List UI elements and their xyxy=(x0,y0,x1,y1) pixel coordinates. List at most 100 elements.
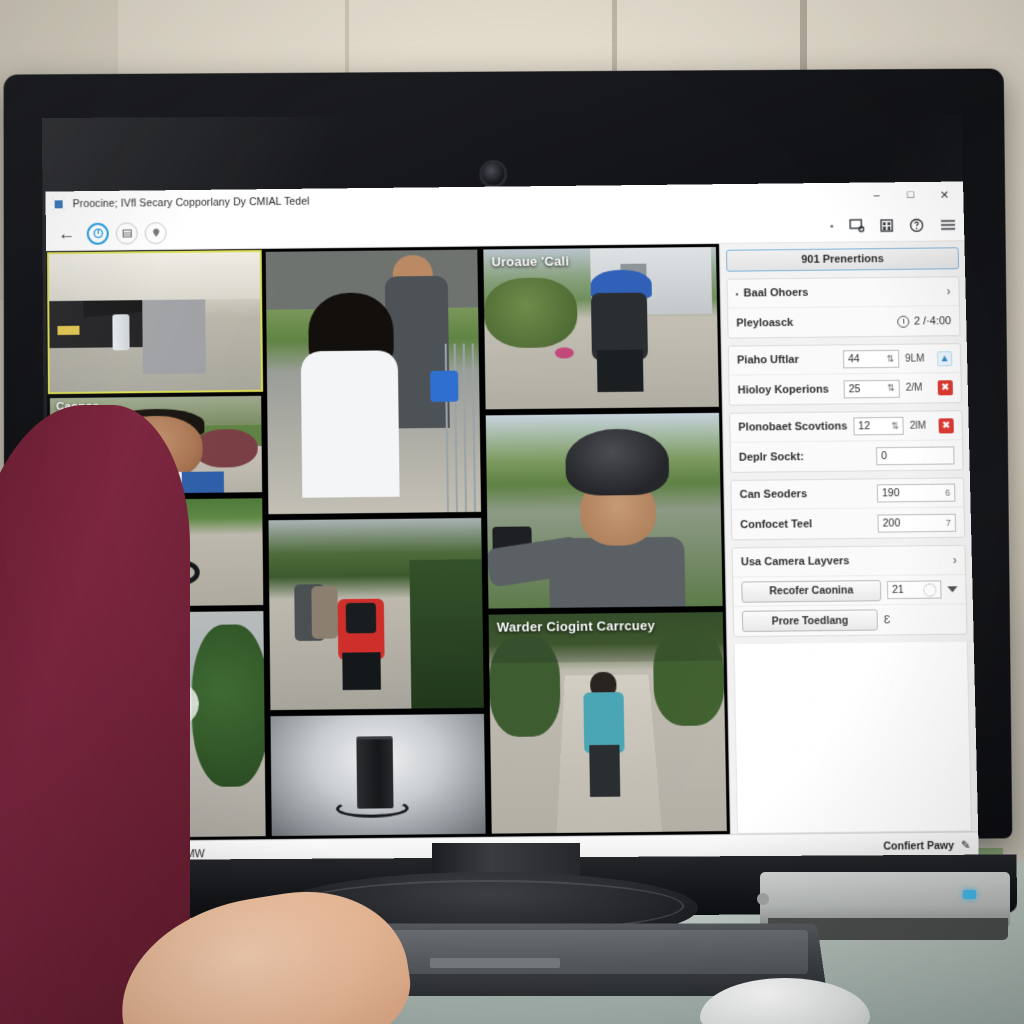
tile-front-yard[interactable]: Uroaue 'Cali xyxy=(481,244,721,412)
prore-toedlang-button[interactable]: Prore Toedlang xyxy=(741,609,878,633)
playback-value: 2 /·4:00 xyxy=(913,314,952,328)
counter-label: Can Seoders xyxy=(739,488,808,501)
archive-button[interactable] xyxy=(115,221,138,245)
hiolay-koperions-row[interactable]: Hioloy Koperions 25 ⇅ 2/M ✖ xyxy=(729,373,961,405)
help-icon[interactable] xyxy=(909,217,924,232)
tile-walkway-walkers[interactable] xyxy=(266,515,486,713)
minimize-button[interactable]: – xyxy=(859,183,893,207)
status-badge-red[interactable]: ✖ xyxy=(937,380,953,396)
metrics-card-b: Plonobaet Scovtions 12 ⇅ 2lM ✖ Deplr Soc… xyxy=(729,410,964,473)
metric-input[interactable]: 44 ⇅ xyxy=(842,349,900,369)
metric-label: Deplr Sockt: xyxy=(738,450,804,464)
person-shoulder xyxy=(0,405,190,1024)
metric-input[interactable]: 12 ⇅ xyxy=(853,416,904,436)
stepper-icon[interactable]: ⇅ xyxy=(891,420,899,431)
status-right[interactable]: Confiert Pawy ✎ xyxy=(883,839,970,853)
metric-input[interactable]: 0 xyxy=(875,445,955,465)
tile-label: Warder Ciogint Carrcuey xyxy=(496,617,656,635)
stepper-icon[interactable]: ⇅ xyxy=(886,353,894,364)
gear-icon[interactable] xyxy=(923,582,937,597)
metric-value: 25 xyxy=(848,382,861,395)
layer-value: 21 xyxy=(892,583,905,597)
camera-feed-image xyxy=(485,412,723,609)
building-icon[interactable] xyxy=(880,218,893,232)
detections-header-row[interactable]: Baal Ohoers › xyxy=(727,277,959,309)
confocet-teel-row[interactable]: Confocet Teel 200 7 xyxy=(732,508,964,540)
camera-feed-image xyxy=(488,612,727,836)
metric-value: 12 xyxy=(858,420,871,433)
map-button[interactable] xyxy=(144,221,167,244)
camera-layers-label: Usa Camera Layvers xyxy=(740,555,850,569)
metric-input[interactable]: 25 ⇅ xyxy=(843,379,900,398)
deplr-sockt-row[interactable]: Deplr Sockt: 0 xyxy=(731,440,963,472)
photo-uplar-row[interactable]: Piaho Uftlar 44 ⇅ 9LM ▲ xyxy=(728,344,961,376)
layer-input[interactable]: 21 xyxy=(886,580,942,600)
recofer-caonina-row[interactable]: Recofer Caonina 21 xyxy=(733,575,966,607)
counters-card: Can Seoders 190 6 Confocet Teel 200 7 xyxy=(730,477,966,541)
camera-feed-image xyxy=(49,251,262,393)
metric-label: Hioloy Koperions xyxy=(737,383,829,397)
mosaic-column-middle xyxy=(263,247,488,839)
archive-icon xyxy=(122,229,132,238)
counter-input[interactable]: 200 7 xyxy=(877,513,957,533)
camera-feed-image xyxy=(265,249,482,515)
chevron-right-icon[interactable]: › xyxy=(953,553,957,567)
desk-device-button xyxy=(757,893,769,905)
toolbar-right-icons xyxy=(830,207,956,242)
confiert-pawy-label: Confiert Pawy xyxy=(883,839,955,853)
counter-spinner[interactable]: 6 xyxy=(945,488,950,498)
playback-row[interactable]: Pleyloasck 2 /·4:00 xyxy=(728,306,960,338)
planobaet-row[interactable]: Plonobaet Scovtions 12 ⇅ 2lM ✖ xyxy=(730,411,963,443)
can-seoders-row[interactable]: Can Seoders 190 6 xyxy=(731,478,964,511)
chevron-right-icon[interactable]: › xyxy=(946,284,950,298)
app-icon xyxy=(52,198,65,211)
tile-street-boy[interactable] xyxy=(263,247,484,517)
metrics-card-a: Piaho Uftlar 44 ⇅ 9LM ▲ Hioloy Koperions… xyxy=(727,343,963,406)
chevron-down-icon[interactable] xyxy=(947,586,958,593)
tile-label: Uroaue 'Cali xyxy=(491,253,570,270)
counter-value: 190 xyxy=(881,487,900,500)
counter-label: Confocet Teel xyxy=(740,517,813,531)
stepper-icon[interactable]: ⇅ xyxy=(887,383,895,394)
camera-feed-image xyxy=(483,246,719,410)
camera-layers-header-row[interactable]: Usa Camera Layvers › xyxy=(732,545,966,578)
metric-value: 0 xyxy=(881,449,888,462)
pencil-icon[interactable]: ✎ xyxy=(961,839,971,852)
tile-sidewalk-walk[interactable]: Warder Ciogint Carrcuey xyxy=(486,610,729,836)
tile-helmet-rider[interactable] xyxy=(483,410,725,611)
close-button[interactable]: ✕ xyxy=(927,183,961,207)
layer-value-secondary: Ɛ xyxy=(883,613,891,626)
detections-card: Baal Ohoers › Pleyloasck 2 /·4:00 xyxy=(726,276,961,339)
dot-indicator-icon xyxy=(830,224,834,228)
menu-icon[interactable] xyxy=(940,218,956,231)
status-badge-red[interactable]: ✖ xyxy=(938,417,954,433)
camera-feed-image xyxy=(270,713,486,837)
status-badge-blue[interactable]: ▲ xyxy=(936,350,953,366)
playback-label: Pleyloasck xyxy=(736,316,794,330)
display-settings-icon[interactable] xyxy=(849,218,864,232)
camera-layers-card: Usa Camera Layvers › Recofer Caonina 21 … xyxy=(731,544,968,638)
mosaic-column-right: Uroaue 'Cali Warder Ciogint Carrcuey xyxy=(481,244,729,836)
prore-toedlang-row[interactable]: Prore Toedlang Ɛ xyxy=(734,604,967,636)
metric-value: 44 xyxy=(847,353,860,366)
recofer-caonina-button[interactable]: Recofer Caonina xyxy=(741,579,882,603)
keyboard-spacebar xyxy=(430,958,560,968)
tile-lobby-laptop[interactable] xyxy=(46,249,264,395)
window-controls[interactable]: – □ ✕ xyxy=(859,183,961,208)
counter-input[interactable]: 190 6 xyxy=(876,483,956,503)
wall-seam xyxy=(345,0,349,80)
live-view-icon xyxy=(93,228,103,239)
tile-device-product[interactable] xyxy=(268,711,488,839)
detections-header-label: Baal Ohoers xyxy=(736,285,941,300)
metric-unit: 2lM xyxy=(909,420,927,432)
maximize-button[interactable]: □ xyxy=(893,183,927,207)
counter-spinner[interactable]: 7 xyxy=(946,517,951,527)
side-panel: 901 Prenertions Baal Ohoers › Pleyloasck… xyxy=(718,241,979,835)
webcam-icon xyxy=(482,162,505,185)
panel-title: 901 Prenertions xyxy=(725,247,960,272)
map-pin-icon xyxy=(152,228,160,238)
panel-empty-area xyxy=(733,641,973,834)
live-view-button[interactable] xyxy=(86,222,109,245)
counter-value: 200 xyxy=(882,516,901,530)
back-arrow-icon[interactable]: ← xyxy=(54,224,80,244)
